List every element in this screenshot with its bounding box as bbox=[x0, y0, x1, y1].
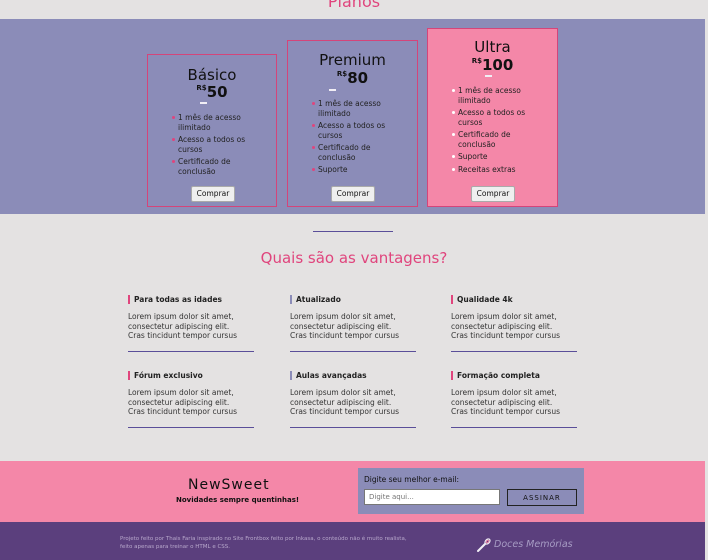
plan-amount: 80 bbox=[347, 69, 369, 87]
advantage-item: Formação completa Lorem ipsum dolor sit … bbox=[451, 371, 577, 428]
plan-card-ultra: Ultra R$100 1 mês de acesso ilimitado Ac… bbox=[427, 28, 558, 207]
plan-price: R$50 bbox=[148, 83, 276, 101]
feature-item: 1 mês de acesso ilimitado bbox=[452, 86, 547, 105]
advantage-underline bbox=[451, 427, 577, 428]
price-underline bbox=[329, 89, 336, 91]
advantage-underline bbox=[128, 427, 254, 428]
advantage-title: Fórum exclusivo bbox=[128, 371, 254, 380]
email-label: Digite seu melhor e-mail: bbox=[364, 475, 460, 484]
advantage-title: Qualidade 4k bbox=[451, 295, 577, 304]
buy-button[interactable]: Comprar bbox=[191, 186, 235, 202]
feature-item: Certificado de conclusão bbox=[172, 157, 262, 176]
advantage-item: Atualizado Lorem ipsum dolor sit amet, co… bbox=[290, 295, 416, 352]
advantage-item: Qualidade 4k Lorem ipsum dolor sit amet,… bbox=[451, 295, 577, 352]
feature-item: Suporte bbox=[312, 165, 402, 175]
email-input[interactable] bbox=[364, 489, 500, 505]
feature-item: Suporte bbox=[452, 152, 547, 162]
advantage-text: Lorem ipsum dolor sit amet, consectetur a… bbox=[451, 388, 560, 417]
plan-price: R$80 bbox=[288, 69, 417, 87]
advantage-underline bbox=[290, 427, 416, 428]
newsletter-title: NewSweet bbox=[188, 477, 270, 493]
plan-name: Premium bbox=[319, 51, 386, 69]
plan-currency: R$ bbox=[196, 84, 207, 92]
buy-button[interactable]: Comprar bbox=[471, 186, 515, 202]
advantage-text: Lorem ipsum dolor sit amet, consectetur a… bbox=[128, 388, 237, 417]
advantage-text: Lorem ipsum dolor sit amet, consectetur a… bbox=[290, 312, 399, 341]
advantage-underline bbox=[451, 351, 577, 352]
plans-title: Planos bbox=[327, 0, 381, 11]
plan-currency: R$ bbox=[336, 70, 348, 78]
advantage-title: Formação completa bbox=[451, 371, 577, 380]
feature-list: 1 mês de acesso ilimitado Acesso a todos… bbox=[312, 99, 402, 175]
plan-name: Ultra bbox=[474, 38, 511, 56]
subscribe-button[interactable]: ASSINAR bbox=[507, 489, 577, 506]
feature-item: 1 mês de acesso ilimitado bbox=[172, 113, 262, 132]
newsletter-band bbox=[0, 461, 705, 522]
plan-card-basico: Básico R$50 1 mês de acesso ilimitado Ac… bbox=[147, 54, 277, 207]
advantage-text: Lorem ipsum dolor sit amet, consectetur a… bbox=[128, 312, 237, 341]
feature-item: Acesso a todos os cursos bbox=[172, 135, 262, 154]
plan-card-premium: Premium R$80 1 mês de acesso ilimitado A… bbox=[287, 40, 418, 207]
feature-list: 1 mês de acesso ilimitado Acesso a todos… bbox=[452, 86, 547, 174]
footer-credits: Projeto feito por Thais Faria inspirado … bbox=[120, 536, 407, 550]
advantage-text: Lorem ipsum dolor sit amet, consectetur a… bbox=[451, 312, 560, 341]
plan-currency: R$ bbox=[471, 57, 482, 65]
feature-list: 1 mês de acesso ilimitado Acesso a todos… bbox=[172, 113, 262, 176]
feature-item: Acesso a todos os cursos bbox=[312, 121, 402, 140]
feature-item: Receitas extras bbox=[452, 165, 547, 175]
section-divider bbox=[313, 231, 393, 232]
advantage-item: Fórum exclusivo Lorem ipsum dolor sit am… bbox=[128, 371, 254, 428]
price-underline bbox=[485, 75, 492, 77]
advantage-title: Aulas avançadas bbox=[290, 371, 416, 380]
price-underline bbox=[200, 102, 207, 104]
newsletter-subtitle: Novidades sempre quentinhas! bbox=[176, 496, 300, 504]
advantage-item: Para todas as idades Lorem ipsum dolor s… bbox=[128, 295, 254, 352]
whisk-icon bbox=[477, 538, 491, 552]
feature-item: Acesso a todos os cursos bbox=[452, 108, 547, 127]
plan-price: R$100 bbox=[428, 56, 557, 74]
advantage-title: Para todas as idades bbox=[128, 295, 254, 304]
advantage-underline bbox=[290, 351, 416, 352]
plan-amount: 50 bbox=[206, 83, 228, 101]
feature-item: 1 mês de acesso ilimitado bbox=[312, 99, 402, 118]
advantage-title: Atualizado bbox=[290, 295, 416, 304]
advantage-text: Lorem ipsum dolor sit amet, consectetur a… bbox=[290, 388, 399, 417]
feature-item: Certificado de conclusão bbox=[312, 143, 402, 162]
advantages-title: Quais são as vantagens? bbox=[260, 249, 448, 267]
advantage-underline bbox=[128, 351, 254, 352]
plan-name: Básico bbox=[187, 66, 237, 84]
feature-item: Certificado de conclusão bbox=[452, 130, 547, 149]
advantage-item: Aulas avançadas Lorem ipsum dolor sit am… bbox=[290, 371, 416, 428]
plan-amount: 100 bbox=[481, 56, 514, 74]
buy-button[interactable]: Comprar bbox=[331, 186, 375, 202]
footer-brand[interactable]: Doces Memórias bbox=[494, 539, 573, 550]
